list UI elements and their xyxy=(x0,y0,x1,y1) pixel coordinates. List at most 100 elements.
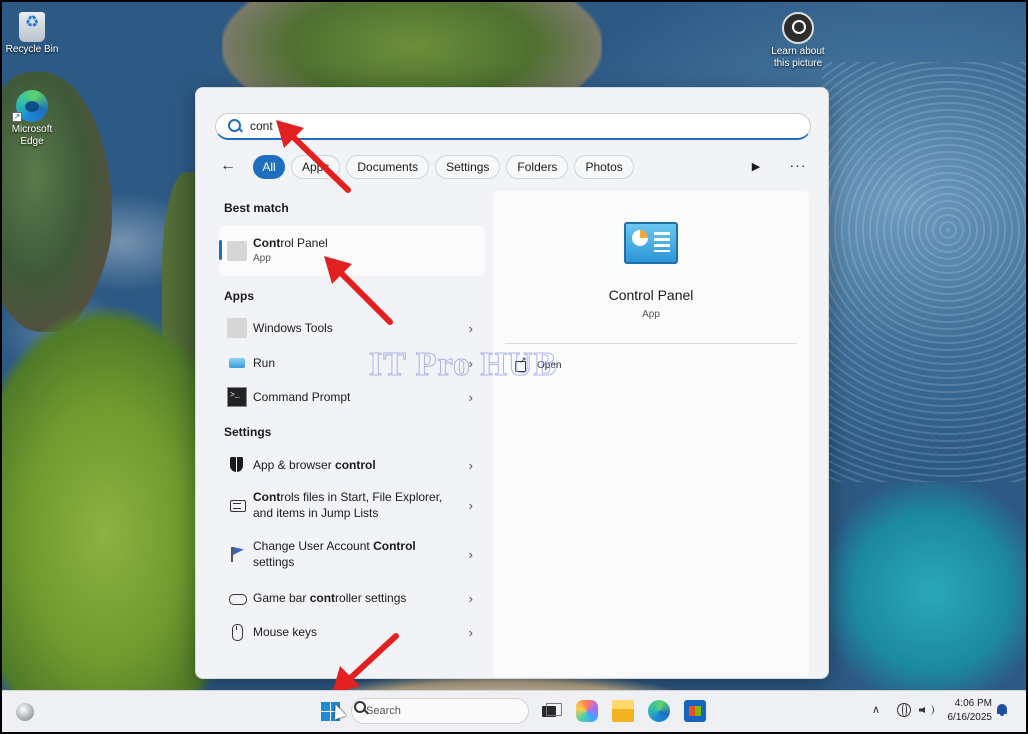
wallpaper-sea xyxy=(822,62,1026,482)
chevron-right-icon[interactable]: › xyxy=(469,498,473,513)
desktop-icon-edge[interactable]: ↗ Microsoft Edge xyxy=(2,90,62,148)
result-mouse-keys[interactable]: Mouse keys › xyxy=(219,615,485,649)
open-action-button[interactable]: Open xyxy=(515,355,562,372)
mouse-icon xyxy=(227,622,247,642)
desktop-icon-recycle-bin[interactable]: Recycle Bin xyxy=(2,12,62,56)
desktop-icon-learn-about-picture[interactable]: Learn about this picture xyxy=(768,12,828,70)
result-user-account-control[interactable]: Change User Account Control settings › xyxy=(219,533,485,575)
filter-documents[interactable]: Documents xyxy=(346,155,430,179)
details-pane: Control Panel App Open xyxy=(493,191,809,677)
back-arrow-icon[interactable]: ← xyxy=(215,154,241,180)
desktop-icon-label: Microsoft Edge xyxy=(11,124,53,147)
result-name: Change User Account xyxy=(253,539,374,553)
result-name: Windows Tools xyxy=(253,321,333,335)
result-name: App & browser xyxy=(253,458,336,472)
edge-icon[interactable] xyxy=(648,700,670,722)
results-list: Best match Control Panel App Apps Window… xyxy=(217,191,487,661)
wallpaper-lagoon xyxy=(822,482,1026,690)
filter-settings[interactable]: Settings xyxy=(435,155,501,179)
result-app-browser-control[interactable]: App & browser control › xyxy=(219,448,485,482)
control-panel-icon xyxy=(624,222,678,264)
filter-folders[interactable]: Folders xyxy=(506,155,569,179)
match-highlight: Cont xyxy=(253,490,281,504)
result-windows-tools[interactable]: Windows Tools › xyxy=(219,311,485,345)
result-type: App xyxy=(253,253,271,264)
network-globe-icon[interactable] xyxy=(897,703,911,717)
search-box[interactable] xyxy=(215,113,811,140)
widgets-icon[interactable] xyxy=(16,703,34,721)
windows-tools-icon xyxy=(227,318,247,338)
windows-logo-tile xyxy=(321,712,330,721)
chevron-right-icon[interactable]: › xyxy=(469,547,473,562)
apps-heading: Apps xyxy=(224,289,254,303)
chevron-right-icon[interactable]: › xyxy=(469,321,473,336)
desktop-icon-label: Learn about this picture xyxy=(771,46,825,69)
volume-icon[interactable] xyxy=(919,704,934,716)
clock-time: 4:06 PM xyxy=(954,698,992,709)
filter-photos[interactable]: Photos xyxy=(574,155,634,179)
result-name: rol Panel xyxy=(280,236,328,250)
copilot-icon[interactable] xyxy=(576,700,598,722)
microsoft-store-icon[interactable] xyxy=(684,700,706,722)
search-input[interactable] xyxy=(250,119,770,133)
camera-icon xyxy=(782,12,814,44)
result-name: Game bar xyxy=(253,591,310,605)
search-icon xyxy=(226,117,244,135)
filter-apps[interactable]: Apps xyxy=(291,155,341,179)
filter-all[interactable]: All xyxy=(253,155,285,179)
taskbar: Search ∧ 4:06 PM 6/16/2025 xyxy=(2,690,1026,732)
wallpaper-hill xyxy=(2,302,222,690)
window-icon xyxy=(227,495,247,515)
gamepad-icon xyxy=(227,588,247,608)
shield-icon xyxy=(227,455,247,475)
open-external-icon xyxy=(515,355,527,372)
result-name-line2: and items in Jump Lists xyxy=(253,506,379,520)
filter-bar: ← All Apps Documents Settings Folders Ph… xyxy=(215,154,815,180)
more-options-icon[interactable]: ··· xyxy=(785,154,811,180)
uac-flag-icon xyxy=(227,544,247,564)
run-icon xyxy=(227,353,247,373)
chevron-right-icon[interactable]: › xyxy=(469,458,473,473)
result-command-prompt[interactable]: Command Prompt › xyxy=(219,380,485,414)
shortcut-arrow-icon: ↗ xyxy=(12,112,22,122)
chevron-right-icon[interactable]: › xyxy=(469,390,473,405)
details-title: Control Panel xyxy=(608,287,694,303)
result-name: Run xyxy=(253,356,276,370)
taskbar-search[interactable]: Search xyxy=(351,698,529,724)
match-highlight: Control xyxy=(373,539,416,553)
windows-logo-tile xyxy=(321,702,330,711)
chevron-right-icon[interactable]: › xyxy=(469,625,473,640)
result-run[interactable]: Run › xyxy=(219,346,485,380)
clock-date: 6/16/2025 xyxy=(947,712,993,723)
system-clock[interactable]: 4:06 PM 6/16/2025 xyxy=(942,697,993,725)
file-explorer-icon[interactable] xyxy=(612,700,634,722)
selection-indicator xyxy=(219,240,222,260)
chevron-up-icon[interactable]: ∧ xyxy=(872,703,880,716)
result-controls-files[interactable]: Controls files in Start, File Explorer, … xyxy=(219,484,485,526)
start-search-panel: ← All Apps Documents Settings Folders Ph… xyxy=(195,87,829,679)
match-highlight: Cont xyxy=(253,236,281,250)
command-prompt-icon xyxy=(227,387,247,407)
play-icon[interactable]: ▶ xyxy=(743,154,769,180)
notification-bell-icon[interactable] xyxy=(996,703,1008,717)
result-name: Mouse keys xyxy=(253,625,318,639)
settings-heading: Settings xyxy=(224,425,272,439)
divider xyxy=(505,343,797,344)
task-view-icon[interactable] xyxy=(540,700,562,722)
match-highlight: cont xyxy=(309,591,336,605)
best-match-heading: Best match xyxy=(224,201,289,215)
result-name: roller settings xyxy=(335,591,407,605)
chevron-right-icon[interactable]: › xyxy=(469,356,473,371)
recycle-bin-icon xyxy=(19,12,45,42)
desktop-icon-label: Recycle Bin xyxy=(5,44,59,55)
result-control-panel[interactable]: Control Panel App xyxy=(219,226,485,276)
match-highlight: control xyxy=(335,458,376,472)
result-name: rols files in Start, File Explorer, xyxy=(280,490,443,504)
details-subtitle: App xyxy=(642,309,660,320)
result-name: Command Prompt xyxy=(253,390,351,404)
result-name-line2: settings xyxy=(253,555,295,569)
chevron-right-icon[interactable]: › xyxy=(469,591,473,606)
open-action-label: Open xyxy=(537,359,562,371)
taskbar-search-label: Search xyxy=(366,705,401,717)
result-game-bar-controller[interactable]: Game bar controller settings › xyxy=(219,581,485,615)
